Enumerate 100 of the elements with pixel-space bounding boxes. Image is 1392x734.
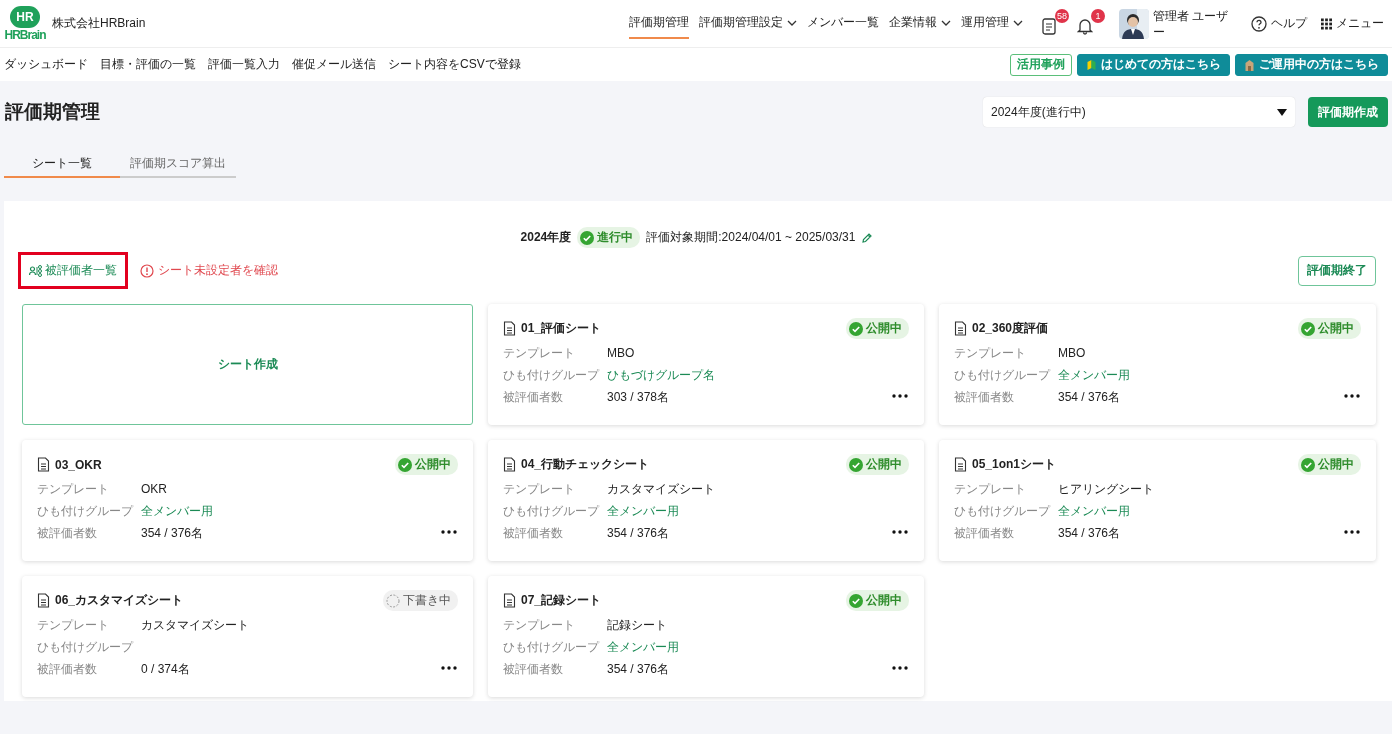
check-icon [849, 457, 863, 472]
bell-icon [1077, 16, 1093, 35]
sheet-name: 04_行動チェックシート [521, 456, 650, 473]
field-label: 被評価者数 [954, 524, 1015, 542]
more-icon [892, 393, 908, 399]
field-value: 記録シート [607, 616, 667, 634]
sheet-card[interactable]: 05_1on1シート 公開中 テンプレート ヒアリングシート ひも付けグループ 全メンバー用 被評価者数 354 / 376名 [939, 440, 1376, 561]
field-value: MBO [607, 346, 635, 360]
evaluatee-list-link[interactable]: 被評価者一覧 [18, 252, 128, 289]
group-link[interactable]: 全メンバー用 [607, 638, 679, 656]
sheet-card[interactable]: 07_記録シート 公開中 テンプレート 記録シート ひも付けグループ 全メンバー用 被評価者数 354 / 376名 [488, 576, 924, 697]
field-label: ひも付けグループ [954, 502, 1052, 520]
clipboard-icon [1041, 16, 1057, 35]
sheet-name: 02_360度評価 [972, 320, 1049, 337]
period-select[interactable]: 2024年度(進行中) [983, 97, 1295, 127]
building-icon [1244, 58, 1255, 71]
nav-item[interactable]: メンバー一覧 [807, 8, 879, 39]
count-badge: 58 [1055, 8, 1069, 23]
field-label: テンプレート [954, 480, 1027, 498]
field-label: 被評価者数 [503, 524, 564, 542]
document-icon [503, 321, 516, 336]
group-link[interactable]: 全メンバー用 [1058, 502, 1130, 520]
sheet-name: 05_1on1シート [972, 456, 1057, 473]
guide-button[interactable]: ご運用中の方はこちら [1235, 53, 1388, 76]
sheet-card[interactable]: 01_評価シート 公開中 テンプレート MBO ひも付けグループ ひもづけグループ名 被評価者数 303 / 378名 [488, 304, 924, 425]
unassigned-check-link[interactable]: シート未設定者を確認 [134, 261, 284, 280]
field-value: カスタマイズシート [141, 616, 249, 634]
check-icon [849, 321, 863, 336]
status-badge: 公開中 [1298, 454, 1361, 475]
nav-item[interactable]: 企業情報 [889, 8, 951, 39]
caret-icon [787, 19, 797, 26]
bell-button[interactable]: 1 [1075, 8, 1105, 39]
group-link[interactable]: 全メンバー用 [1058, 366, 1130, 384]
document-icon [37, 593, 50, 608]
status-badge: 公開中 [846, 318, 909, 339]
people-icon [29, 264, 43, 277]
field-value: 0 / 374名 [141, 660, 190, 678]
help-link[interactable]: ヘルプ [1251, 15, 1307, 32]
more-icon [441, 665, 457, 671]
nav-item[interactable]: 運用管理 [961, 8, 1023, 39]
company-name: 株式会社HRBrain [52, 15, 146, 32]
field-value: カスタマイズシート [607, 480, 715, 498]
end-period-button[interactable]: 評価期終了 [1298, 255, 1376, 286]
guide-button[interactable]: はじめての方はこちら [1077, 53, 1230, 76]
field-label: テンプレート [37, 480, 110, 498]
subnav-link[interactable]: 評価一覧入力 [208, 56, 280, 73]
sheet-card[interactable]: 02_360度評価 公開中 テンプレート MBO ひも付けグループ 全メンバー用 被評価者数 354 / 376名 [939, 304, 1376, 425]
caret-icon [1013, 19, 1023, 26]
help-icon [1251, 15, 1267, 32]
sheet-card[interactable]: 06_カスタマイズシート 下書き中 テンプレート カスタマイズシート ひも付けグループ 被評価者数 0 / 374名 [22, 576, 473, 697]
status-badge: 公開中 [846, 454, 909, 475]
sheet-card[interactable]: 03_OKR 公開中 テンプレート OKR ひも付けグループ 全メンバー用 被評価者数 354 / 376名 [22, 440, 473, 561]
subnav-link[interactable]: シート内容をCSVで登録 [388, 56, 521, 73]
group-link[interactable]: 全メンバー用 [141, 502, 213, 520]
group-link[interactable]: 全メンバー用 [607, 502, 679, 520]
menu-icon [1321, 17, 1332, 30]
evaluation-period: 評価対象期間:2024/04/01 ~ 2025/03/31 [646, 229, 856, 246]
logo-wordmark: HRBrain [4, 27, 46, 42]
field-label: テンプレート [503, 344, 576, 362]
field-label: ひも付けグループ [503, 502, 601, 520]
subnav-link[interactable]: 目標・評価の一覧 [100, 56, 196, 73]
field-value: 354 / 376名 [607, 524, 670, 542]
create-period-button[interactable]: 評価期作成 [1308, 97, 1388, 127]
field-label: 被評価者数 [37, 660, 98, 678]
clipboard-button[interactable]: 58 [1039, 8, 1069, 39]
tab[interactable]: シート一覧 [4, 151, 120, 178]
subnav-link[interactable]: 催促メール送信 [292, 56, 376, 73]
document-icon [37, 457, 50, 472]
sheet-name: 07_記録シート [521, 592, 602, 609]
field-value: 303 / 378名 [607, 388, 670, 406]
field-value: 354 / 376名 [141, 524, 204, 542]
field-label: ひも付けグループ [503, 638, 601, 656]
group-link[interactable]: ひもづけグループ名 [607, 366, 715, 384]
status-badge: 下書き中 [383, 590, 458, 611]
document-icon [954, 321, 967, 336]
warning-icon [140, 263, 154, 278]
caret-icon [941, 19, 951, 26]
logo-mark: HR [10, 5, 40, 28]
status-badge: 公開中 [1298, 318, 1361, 339]
field-label: 被評価者数 [954, 388, 1015, 406]
sheet-name: 03_OKR [55, 457, 102, 472]
status-badge: 公開中 [395, 454, 458, 475]
nav-item[interactable]: 評価期管理設定 [699, 8, 797, 39]
field-label: ひも付けグループ [503, 366, 601, 384]
field-label: 被評価者数 [503, 660, 564, 678]
field-label: テンプレート [954, 344, 1027, 362]
create-sheet-button[interactable]: シート作成 [22, 304, 473, 425]
subnav-link[interactable]: ダッシュボード [4, 56, 88, 73]
sheet-name: 01_評価シート [521, 320, 602, 337]
user-name[interactable]: 管理者 ユーザー [1153, 7, 1233, 40]
check-icon [398, 457, 412, 472]
page-title: 評価期管理 [5, 100, 100, 124]
check-icon [849, 593, 863, 608]
sheet-card[interactable]: 04_行動チェックシート 公開中 テンプレート カスタマイズシート ひも付けグループ 全メンバー用 被評価者数 354 / 376名 [488, 440, 924, 561]
field-value: OKR [141, 482, 167, 496]
nav-item[interactable]: 評価期管理 [629, 8, 689, 39]
status-badge: 進行中 [577, 227, 641, 248]
menu-button[interactable]: メニュー [1321, 15, 1384, 32]
dropdown-icon [1277, 108, 1287, 116]
tab[interactable]: 評価期スコア算出 [120, 151, 236, 178]
